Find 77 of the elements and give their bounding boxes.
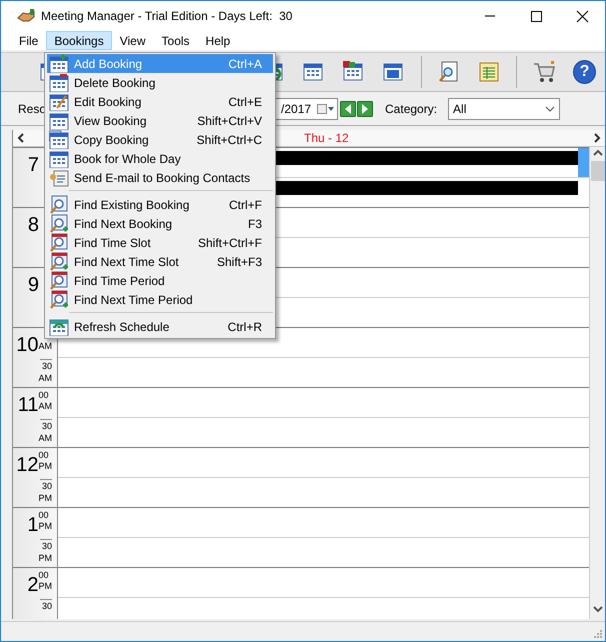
window-title: Meeting Manager - Trial Edition - Days Left: 30 [41, 8, 292, 26]
minute-label: 30 [40, 418, 52, 432]
minute-label: 00 [38, 570, 49, 582]
vertical-scrollbar[interactable] [589, 147, 605, 620]
menu-item-icon [49, 252, 69, 271]
magnifier-document-icon[interactable] [438, 61, 460, 84]
menu-item-icon [49, 130, 69, 149]
menu-item[interactable]: Find Time Period [47, 271, 273, 290]
menu-item[interactable]: Bookings [46, 31, 112, 50]
menu-item-icon [49, 111, 69, 130]
menu-item[interactable]: Find Time Slot Shift+Ctrl+F [47, 233, 273, 252]
period-label: AM [38, 401, 52, 412]
hour-label: 8 [28, 214, 39, 238]
calendar-icon[interactable] [383, 61, 406, 84]
minute-label: 30 [40, 598, 52, 612]
minute-label: 00 [38, 450, 49, 462]
period-label: PM [38, 461, 52, 472]
field-label: Category: [385, 100, 438, 118]
period-label: AM [38, 341, 52, 352]
period-label: PM [38, 521, 52, 532]
hour-label: 7 [28, 154, 39, 178]
app-icon [17, 8, 35, 24]
menu-item-icon [49, 317, 69, 336]
hour-label: 11 [18, 394, 38, 418]
menu-item[interactable]: Book for Whole Day [47, 149, 273, 168]
menu-item-icon [49, 233, 69, 252]
calendar-icon[interactable] [303, 61, 326, 84]
period-label: PM [38, 552, 52, 564]
menu-item-icon [49, 149, 69, 168]
minute-label: 30 [40, 358, 52, 372]
hour-label: 10 [16, 334, 38, 358]
previous-icon[interactable] [340, 100, 356, 117]
category-dropdown[interactable]: All [448, 98, 560, 120]
menu-item[interactable]: Delete Booking [47, 73, 273, 92]
menu-item[interactable]: Help [198, 31, 238, 50]
menu-item-icon [49, 92, 69, 111]
help-button[interactable]: ? [573, 60, 596, 84]
menu-item[interactable]: Send E-mail to Booking Contacts [47, 168, 273, 187]
maximize-icon[interactable] [530, 10, 542, 23]
menu-item-icon [49, 73, 69, 92]
calendar-dropdown-icon[interactable] [317, 102, 334, 115]
menu-item[interactable]: Find Next Booking F3 [47, 214, 273, 233]
menu-item[interactable]: Tools [154, 31, 198, 50]
minute-label: 30 [40, 478, 52, 492]
period-label: PM [38, 581, 52, 592]
menu-item[interactable]: Copy Booking Shift+Ctrl+C [47, 130, 273, 149]
calendar-icon[interactable] [343, 61, 366, 84]
scrollbar-thumb[interactable] [590, 161, 604, 182]
menu-item-icon [49, 271, 69, 290]
menu-item-icon [49, 290, 69, 309]
menu-item-icon [49, 54, 69, 73]
spreadsheet-icon[interactable] [478, 61, 500, 84]
menu-item[interactable]: View [112, 31, 154, 50]
period-label: AM [38, 372, 52, 384]
menu-item-icon [49, 195, 69, 214]
minute-label: 00 [38, 510, 49, 522]
next-icon[interactable] [357, 100, 374, 117]
resize-grip-icon[interactable] [593, 629, 603, 639]
period-label: PM [38, 492, 52, 504]
hour-label: 1 [27, 514, 38, 538]
menu-item[interactable]: Find Next Time Slot Shift+F3 [47, 252, 273, 271]
minute-label: 00 [38, 390, 49, 402]
shopping-cart-icon[interactable] [533, 61, 556, 84]
menu-item[interactable]: File [11, 31, 46, 50]
menu-item[interactable]: Find Existing Booking Ctrl+F [47, 195, 273, 214]
hour-label: 9 [28, 274, 39, 298]
minute-label: 30 [40, 538, 52, 552]
menu-item-icon [49, 168, 69, 187]
menu-item[interactable]: Refresh Schedule Ctrl+R [47, 317, 273, 336]
chevron-down-icon [545, 106, 556, 112]
menu-item-icon [49, 214, 69, 233]
day-header: Thu - 12 [304, 130, 349, 148]
hour-label: 12 [16, 454, 38, 478]
hour-label: 2 [27, 574, 38, 598]
period-label: AM [38, 432, 52, 444]
close-icon[interactable] [576, 10, 588, 23]
menu-item[interactable]: Find Next Time Period [47, 290, 273, 309]
